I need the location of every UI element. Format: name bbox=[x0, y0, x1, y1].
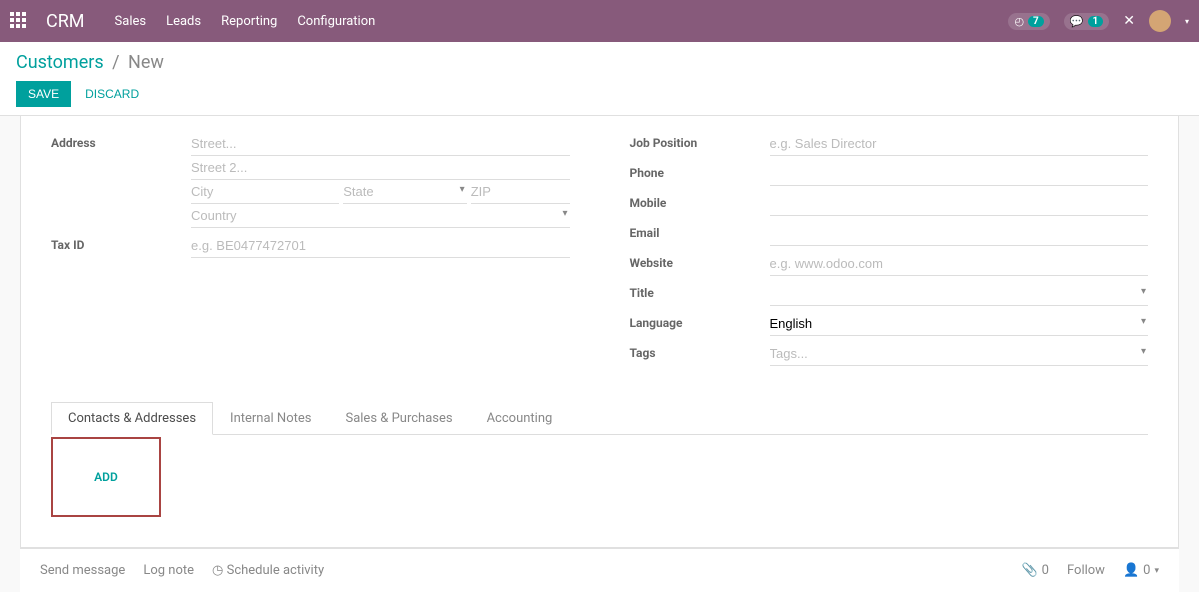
language-input[interactable] bbox=[770, 312, 1149, 336]
address-label: Address bbox=[51, 132, 191, 150]
jobposition-label: Job Position bbox=[630, 132, 770, 150]
country-input[interactable] bbox=[191, 204, 570, 228]
add-contact-button[interactable]: ADD bbox=[51, 437, 161, 517]
left-column: Address Tax ID bbox=[51, 132, 570, 372]
followers-button[interactable]: 👤 0 ▾ bbox=[1123, 563, 1159, 578]
schedule-activity-button[interactable]: ◷ Schedule activity bbox=[212, 563, 324, 578]
breadcrumb-current: New bbox=[128, 52, 164, 73]
breadcrumb: Customers / New bbox=[16, 52, 1183, 73]
tabs: Contacts & Addresses Internal Notes Sale… bbox=[51, 402, 1148, 435]
state-input[interactable] bbox=[343, 180, 467, 204]
user-menu-caret-icon[interactable]: ▾ bbox=[1185, 17, 1189, 26]
discard-button[interactable]: DISCARD bbox=[85, 87, 139, 101]
app-brand[interactable]: CRM bbox=[46, 11, 85, 32]
chevron-down-icon: ▾ bbox=[1154, 566, 1159, 576]
chat-icon: 💬 bbox=[1070, 15, 1084, 28]
tags-label: Tags bbox=[630, 342, 770, 360]
attachments-button[interactable]: 📎 0 bbox=[1021, 563, 1049, 578]
chatter: Send message Log note ◷ Schedule activit… bbox=[20, 548, 1179, 592]
email-label: Email bbox=[630, 222, 770, 240]
attachments-count: 0 bbox=[1042, 563, 1049, 578]
website-label: Website bbox=[630, 252, 770, 270]
phone-label: Phone bbox=[630, 162, 770, 180]
website-input[interactable] bbox=[770, 252, 1149, 276]
menu-configuration[interactable]: Configuration bbox=[297, 14, 375, 29]
form-sheet: Address Tax ID bbox=[20, 116, 1179, 548]
tab-internal-notes[interactable]: Internal Notes bbox=[213, 402, 328, 435]
phone-input[interactable] bbox=[770, 162, 1149, 186]
messages-badge: 1 bbox=[1088, 16, 1104, 27]
person-icon: 👤 bbox=[1123, 563, 1139, 578]
mobile-label: Mobile bbox=[630, 192, 770, 210]
main-menu: Sales Leads Reporting Configuration bbox=[115, 14, 376, 29]
street-input[interactable] bbox=[191, 132, 570, 156]
paperclip-icon: 📎 bbox=[1021, 563, 1037, 578]
follow-button[interactable]: Follow bbox=[1067, 563, 1105, 578]
zip-input[interactable] bbox=[471, 180, 570, 204]
email-input[interactable] bbox=[770, 222, 1149, 246]
jobposition-input[interactable] bbox=[770, 132, 1149, 156]
title-label: Title bbox=[630, 282, 770, 300]
log-note-button[interactable]: Log note bbox=[143, 563, 194, 578]
control-panel: Customers / New SAVE DISCARD bbox=[0, 42, 1199, 115]
street2-input[interactable] bbox=[191, 156, 570, 180]
top-navbar: CRM Sales Leads Reporting Configuration … bbox=[0, 0, 1199, 42]
navbar-right: ◴ 7 💬 1 ✕ ▾ bbox=[1008, 10, 1189, 32]
right-column: Job Position Phone Mobile Email Website bbox=[630, 132, 1149, 372]
avatar[interactable] bbox=[1149, 10, 1171, 32]
tab-content: ADD bbox=[51, 435, 1148, 517]
breadcrumb-parent[interactable]: Customers bbox=[16, 52, 104, 73]
taxid-label: Tax ID bbox=[51, 234, 191, 252]
menu-sales[interactable]: Sales bbox=[115, 14, 147, 29]
menu-leads[interactable]: Leads bbox=[166, 14, 201, 29]
activities-badge: 7 bbox=[1028, 16, 1044, 27]
title-input[interactable] bbox=[770, 282, 1149, 306]
taxid-input[interactable] bbox=[191, 234, 570, 258]
clock-icon: ◷ bbox=[212, 563, 223, 578]
tags-input[interactable] bbox=[770, 342, 1149, 366]
activities-button[interactable]: ◴ 7 bbox=[1008, 13, 1049, 30]
language-label: Language bbox=[630, 312, 770, 330]
city-input[interactable] bbox=[191, 180, 339, 204]
save-button[interactable]: SAVE bbox=[16, 81, 71, 107]
send-message-button[interactable]: Send message bbox=[40, 563, 125, 578]
tab-sales-purchases[interactable]: Sales & Purchases bbox=[328, 402, 469, 435]
action-buttons: SAVE DISCARD bbox=[16, 81, 1183, 115]
messages-button[interactable]: 💬 1 bbox=[1064, 13, 1109, 30]
debug-icon[interactable]: ✕ bbox=[1123, 13, 1135, 29]
apps-icon[interactable] bbox=[10, 12, 28, 30]
menu-reporting[interactable]: Reporting bbox=[221, 14, 277, 29]
mobile-input[interactable] bbox=[770, 192, 1149, 216]
followers-count: 0 bbox=[1143, 563, 1150, 578]
tab-accounting[interactable]: Accounting bbox=[470, 402, 570, 435]
clock-icon: ◴ bbox=[1014, 15, 1024, 28]
tab-contacts-addresses[interactable]: Contacts & Addresses bbox=[51, 402, 213, 435]
